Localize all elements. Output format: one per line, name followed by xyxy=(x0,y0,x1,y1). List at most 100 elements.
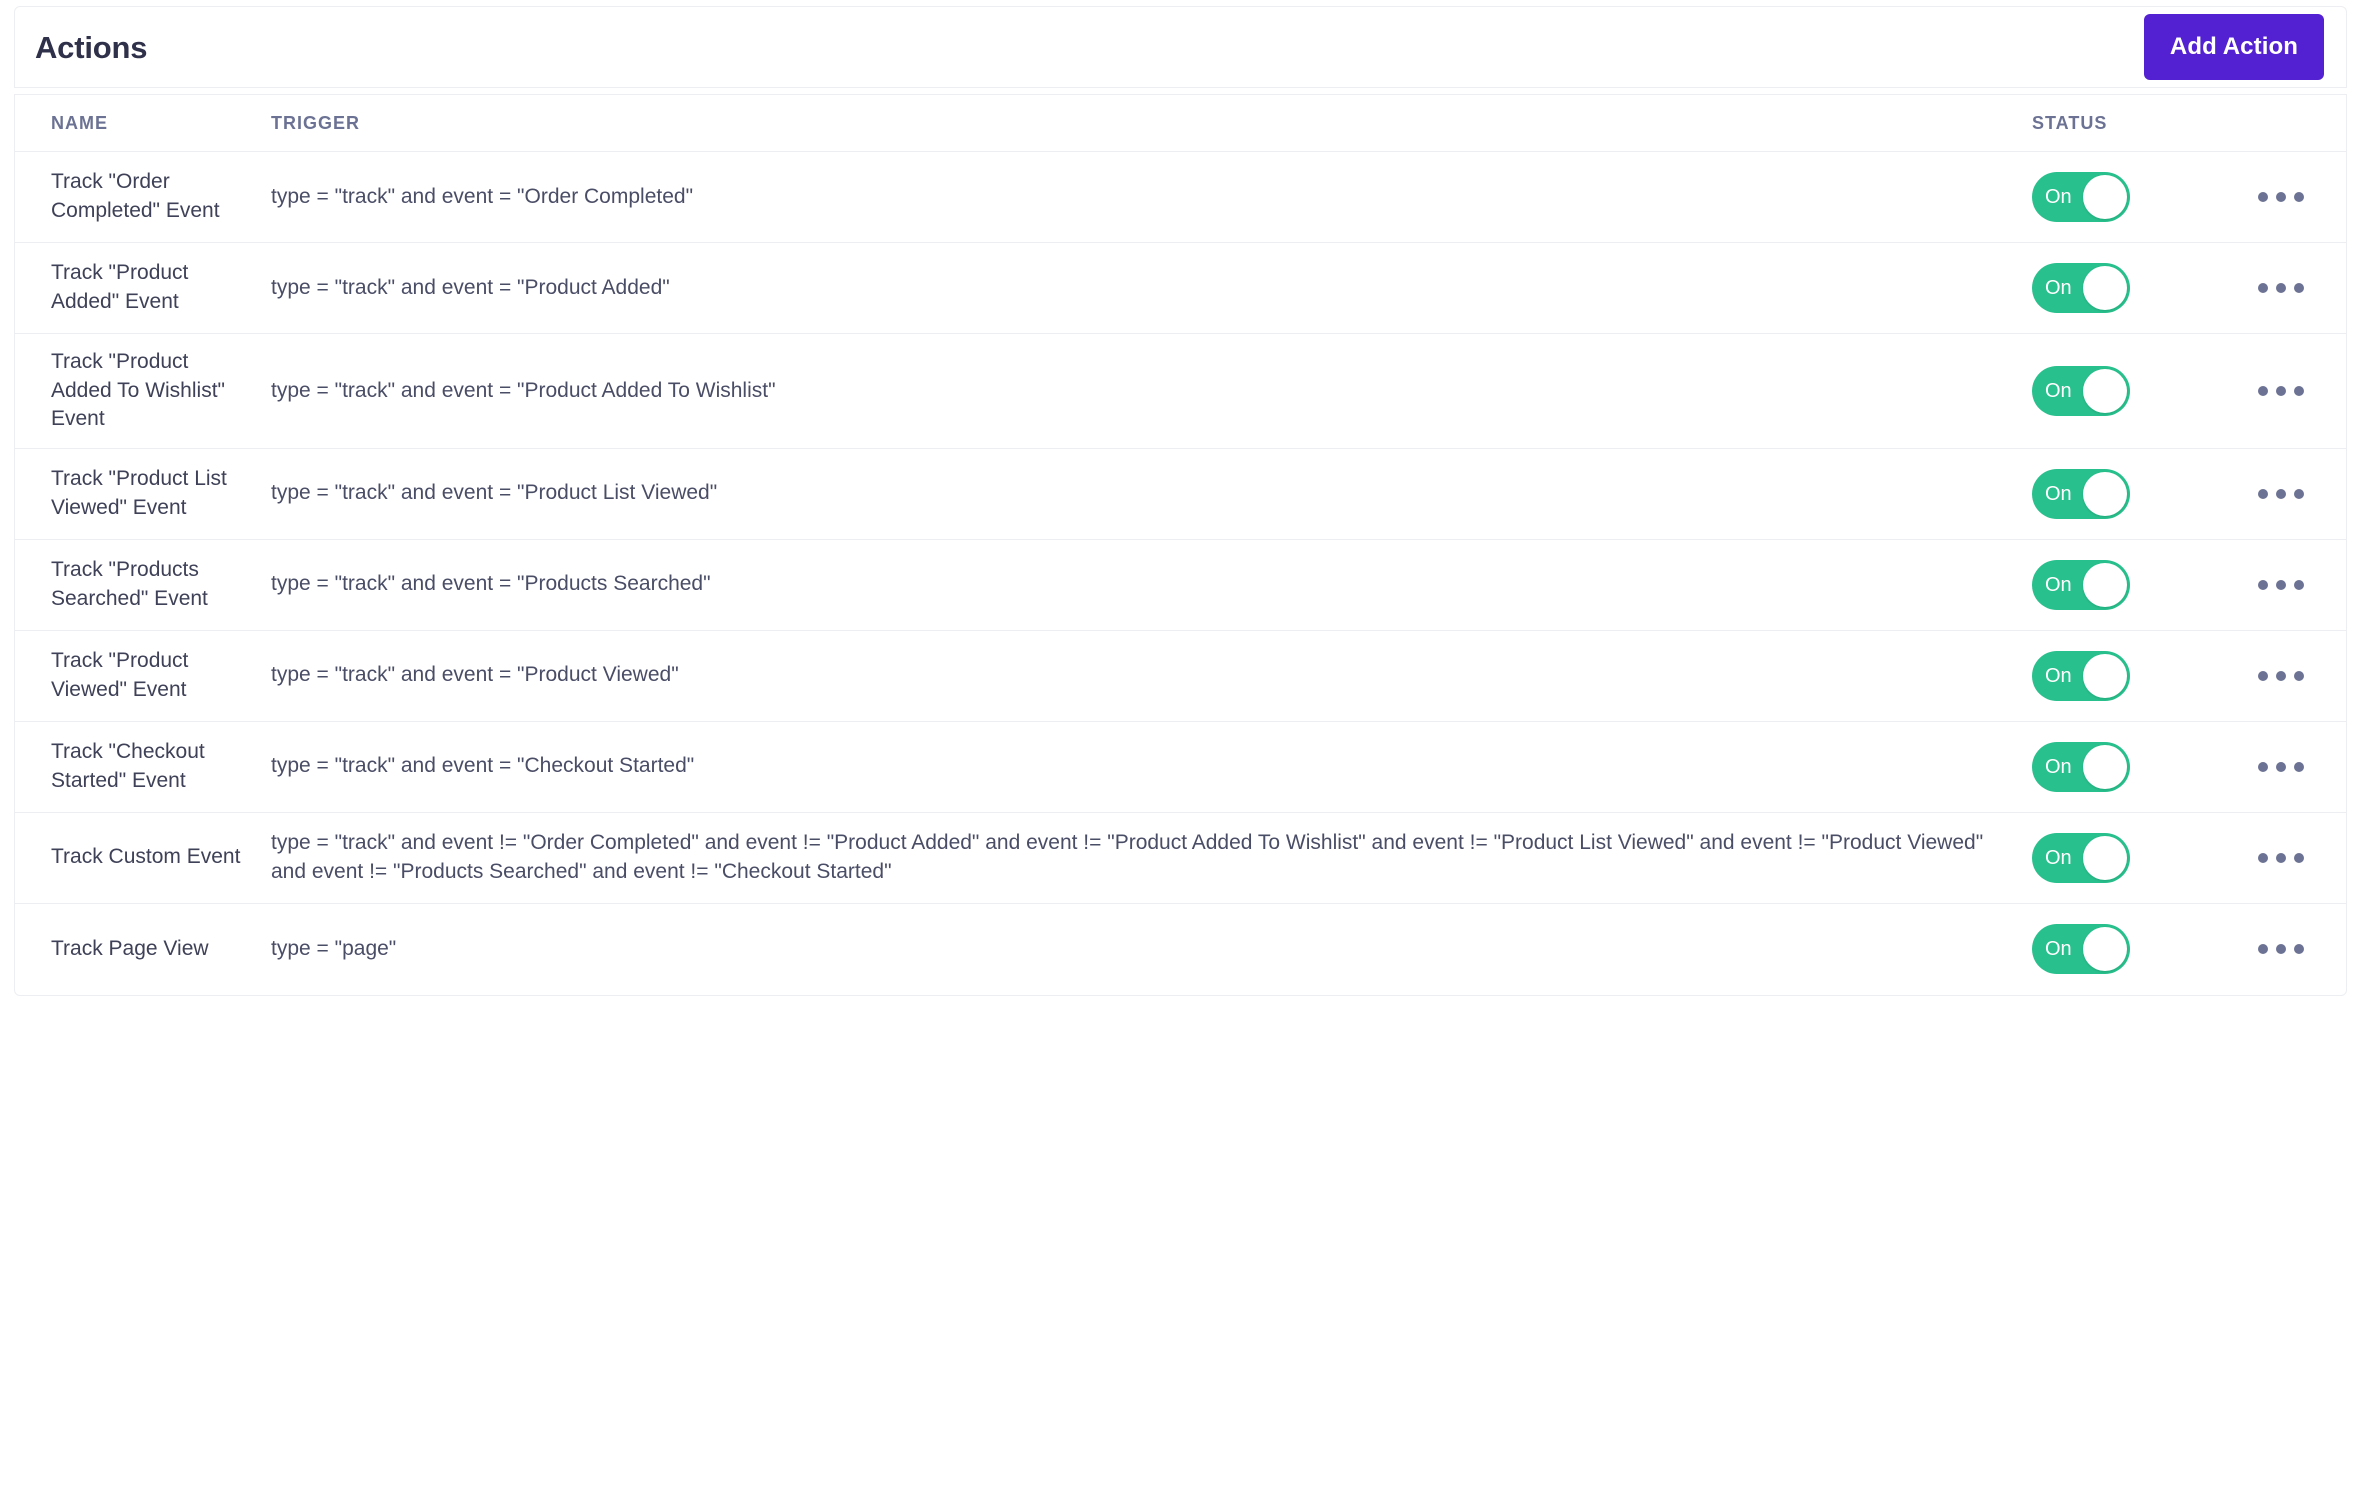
row-actions-cell xyxy=(2236,273,2346,303)
dot xyxy=(2294,488,2304,499)
dot xyxy=(2276,192,2286,202)
dot xyxy=(2276,488,2286,499)
action-trigger: type = "track" and event = "Product Adde… xyxy=(271,275,670,299)
dot xyxy=(2258,670,2268,681)
status-toggle[interactable]: On xyxy=(2032,172,2130,222)
action-trigger: type = "track" and event != "Order Compl… xyxy=(271,831,1984,883)
action-status-cell: On xyxy=(2024,365,2236,416)
row-actions-cell xyxy=(2236,479,2346,509)
kebab-dots-icon[interactable] xyxy=(2252,479,2310,509)
row-actions-cell xyxy=(2236,570,2346,600)
column-header-trigger: TRIGGER xyxy=(271,112,361,133)
dot xyxy=(2258,944,2268,955)
status-toggle-knob[interactable] xyxy=(2083,471,2127,516)
action-name: Track "Product List Viewed" Event xyxy=(51,467,227,519)
action-name: Track "Checkout Started" Event xyxy=(51,740,205,792)
dot xyxy=(2258,761,2268,772)
dot xyxy=(2276,670,2286,681)
row-actions-cell xyxy=(2236,934,2346,964)
row-actions-cell xyxy=(2236,376,2346,406)
action-status-cell: On xyxy=(2024,263,2236,313)
action-status-cell: On xyxy=(2024,559,2236,610)
action-status-cell: On xyxy=(2024,172,2236,222)
kebab-dots-icon[interactable] xyxy=(2252,843,2310,873)
dot xyxy=(2276,579,2286,590)
status-toggle-knob[interactable] xyxy=(2083,175,2127,219)
status-toggle-knob[interactable] xyxy=(2083,368,2127,413)
dot xyxy=(2294,192,2304,202)
status-toggle[interactable]: On xyxy=(2032,924,2130,975)
status-toggle[interactable]: On xyxy=(2032,365,2130,416)
status-toggle-knob[interactable] xyxy=(2083,653,2127,698)
status-toggle[interactable]: On xyxy=(2032,832,2130,883)
status-toggle[interactable]: On xyxy=(2032,263,2130,313)
kebab-dots-icon[interactable] xyxy=(2252,182,2310,212)
table-row: Track "Product Added" Event type = "track… xyxy=(15,243,2346,334)
dot xyxy=(2276,385,2286,396)
action-name: Track Custom Event xyxy=(51,845,241,869)
page-title: Actions xyxy=(35,29,148,65)
kebab-dots-icon[interactable] xyxy=(2252,570,2310,600)
table-row: Track "Product List Viewed" Event type = … xyxy=(15,449,2346,540)
action-status-cell: On xyxy=(2024,468,2236,519)
status-toggle-label: On xyxy=(2045,573,2072,596)
dot xyxy=(2276,852,2286,863)
action-status-cell: On xyxy=(2024,924,2236,975)
status-toggle[interactable]: On xyxy=(2032,650,2130,701)
action-trigger: type = "track" and event = "Product List… xyxy=(271,481,718,505)
status-toggle-label: On xyxy=(2045,186,2072,208)
status-toggle-label: On xyxy=(2045,846,2072,869)
status-toggle-knob[interactable] xyxy=(2083,562,2127,607)
dot xyxy=(2294,579,2304,590)
actions-table-card: NAME TRIGGER STATUS Track "Order Complet… xyxy=(14,94,2347,996)
dot xyxy=(2276,944,2286,955)
status-toggle-knob[interactable] xyxy=(2083,835,2127,880)
table-body: Track "Order Completed" Event type = "tra… xyxy=(15,152,2346,995)
table-row: Track "Product Viewed" Event type = "trac… xyxy=(15,631,2346,722)
dot xyxy=(2258,192,2268,202)
kebab-dots-icon[interactable] xyxy=(2252,273,2310,303)
column-header-status: STATUS xyxy=(2032,112,2108,133)
action-trigger: type = "track" and event = "Order Comple… xyxy=(271,184,694,208)
status-toggle-label: On xyxy=(2045,664,2072,687)
kebab-dots-icon[interactable] xyxy=(2252,934,2310,964)
status-toggle[interactable]: On xyxy=(2032,559,2130,610)
dot xyxy=(2258,579,2268,590)
action-trigger: type = "track" and event = "Checkout Sta… xyxy=(271,754,695,778)
dot xyxy=(2294,944,2304,955)
status-toggle-label: On xyxy=(2045,938,2072,961)
table-row: Track Page View type = "page" On xyxy=(15,904,2346,995)
status-toggle-knob[interactable] xyxy=(2083,927,2127,972)
kebab-dots-icon[interactable] xyxy=(2252,752,2310,782)
table-header-row: NAME TRIGGER STATUS xyxy=(15,95,2346,152)
column-header-name: NAME xyxy=(51,112,108,133)
action-name: Track Page View xyxy=(51,936,209,960)
dot xyxy=(2276,283,2286,293)
action-name: Track "Order Completed" Event xyxy=(51,170,220,222)
action-trigger: type = "track" and event = "Product View… xyxy=(271,663,679,687)
status-toggle[interactable]: On xyxy=(2032,741,2130,792)
status-toggle-knob[interactable] xyxy=(2083,744,2127,789)
action-status-cell: On xyxy=(2024,741,2236,792)
dot xyxy=(2294,670,2304,681)
action-name: Track "Product Added To Wishlist" Event xyxy=(51,350,225,431)
dot xyxy=(2294,283,2304,293)
actions-header-card: Actions Add Action xyxy=(14,6,2347,88)
status-toggle-knob[interactable] xyxy=(2083,266,2127,310)
status-toggle-label: On xyxy=(2045,277,2072,299)
action-status-cell: On xyxy=(2024,650,2236,701)
table-row: Track "Product Added To Wishlist" Event t… xyxy=(15,334,2346,449)
dot xyxy=(2258,488,2268,499)
status-toggle[interactable]: On xyxy=(2032,468,2130,519)
kebab-dots-icon[interactable] xyxy=(2252,376,2310,406)
table-row: Track "Products Searched" Event type = "t… xyxy=(15,540,2346,631)
table-row: Track "Checkout Started" Event type = "tr… xyxy=(15,722,2346,813)
dot xyxy=(2294,852,2304,863)
add-action-button[interactable]: Add Action xyxy=(2143,14,2324,80)
row-actions-cell xyxy=(2236,661,2346,691)
dot xyxy=(2258,283,2268,293)
dot xyxy=(2258,385,2268,396)
kebab-dots-icon[interactable] xyxy=(2252,661,2310,691)
status-toggle-label: On xyxy=(2045,755,2072,778)
action-trigger: type = "track" and event = "Products Sea… xyxy=(271,572,711,596)
